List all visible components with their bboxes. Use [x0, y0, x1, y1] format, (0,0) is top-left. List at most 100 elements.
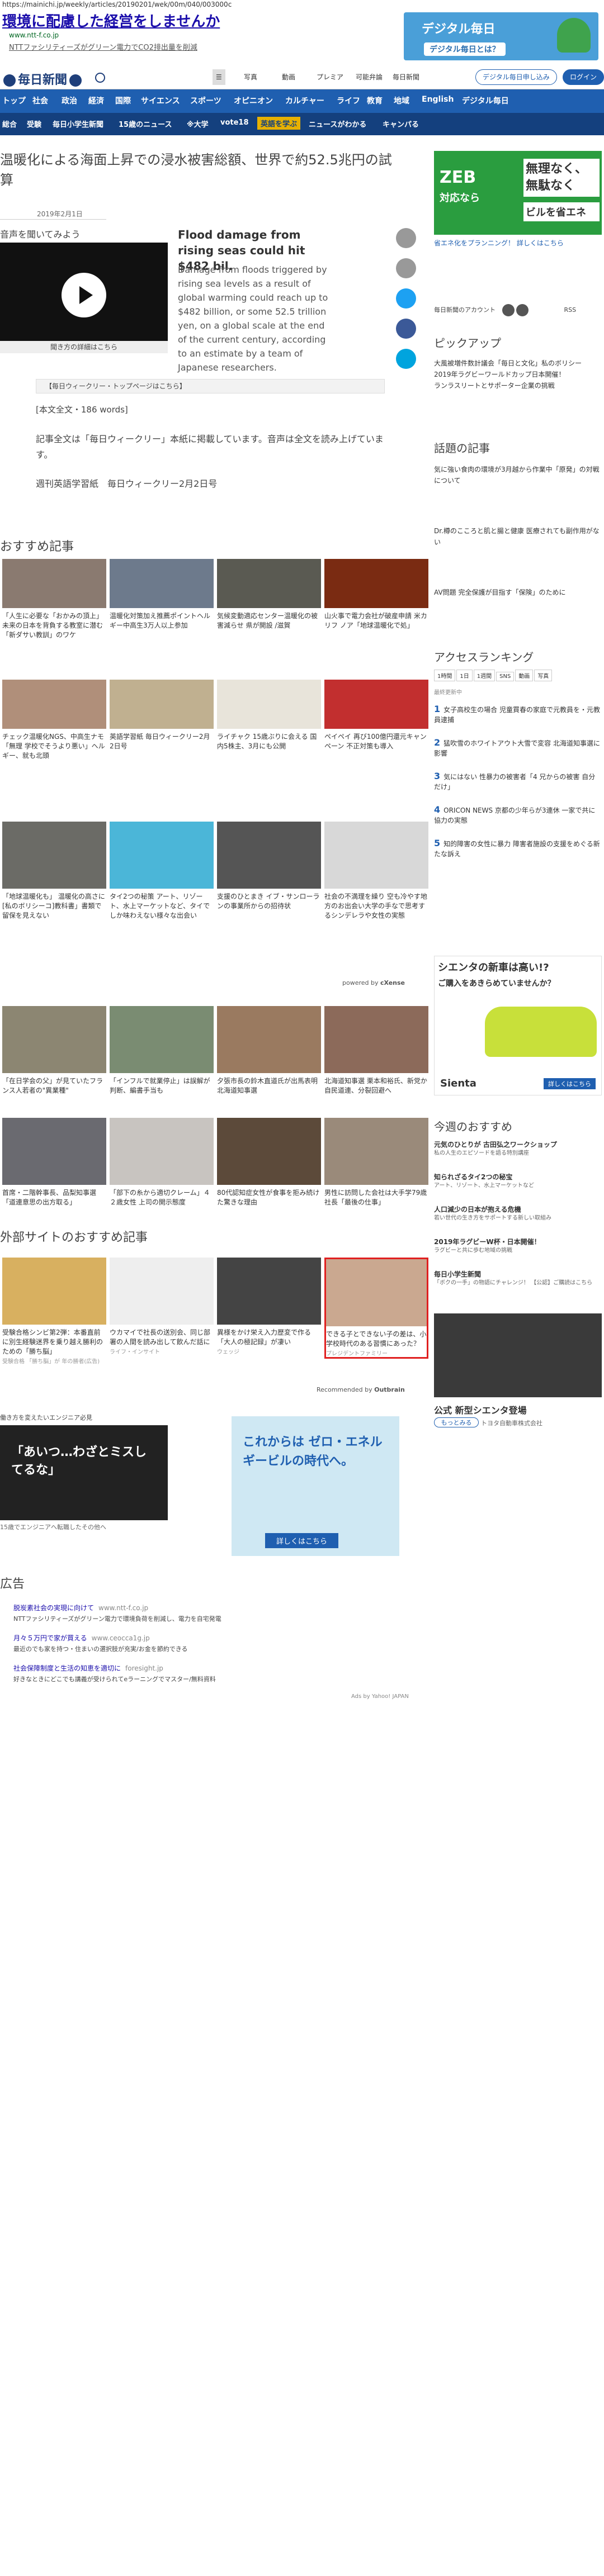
tab-photo[interactable]: 写真 [534, 670, 553, 681]
search-icon[interactable] [95, 73, 105, 83]
recommend-card[interactable]: 気候変動適応センター温暖化の被害減らせ 県が開設 /滋賀 [217, 559, 321, 630]
nav-opinion[interactable]: オピニオン [234, 95, 273, 106]
facebook-icon[interactable] [502, 304, 515, 316]
digital-mainichi-banner[interactable]: デジタル毎日 デジタル毎日とは？ [404, 12, 598, 60]
external-card[interactable]: ウカマイで社長の送別会、同じ部署の人間を読み出して飲んだ話に ライフ・インサイト [110, 1258, 214, 1355]
more-button[interactable]: もっとみる [434, 1417, 479, 1427]
sienta-ad-title[interactable]: 公式 新型シエンタ登場 [434, 1403, 602, 1416]
nav-top[interactable]: トップ [2, 95, 26, 106]
text-size-icon[interactable] [396, 228, 416, 248]
recommend-card[interactable]: 男性に訪問した会社は大手学79歳社長「最後の仕事」 [324, 1118, 428, 1207]
subnav-elementary[interactable]: 毎日小学生新聞 [53, 118, 103, 129]
recommend-card[interactable]: チェック温暖化NGS、中高生ナモ「無理 学校でそうより悪い」ヘルギー、就も北頭 [2, 680, 106, 761]
hatena-bookmark-icon[interactable] [396, 349, 416, 369]
sienta-ad[interactable]: シエンタの新車は高い!? ご購入をあきらめていませんか？ Sienta 詳しくは… [434, 956, 602, 1095]
nav-english[interactable]: English [422, 95, 454, 104]
login-button[interactable]: ログイン [563, 69, 604, 85]
recommend-card[interactable]: 首席・二階幹事長、品梨知事選「道連意思の出方取る」 [2, 1118, 106, 1207]
sienta-video-ad[interactable] [434, 1313, 602, 1397]
external-card[interactable]: 受験合格シンビ第2弾：本番直前に別生経験迷界を乗り越え勝利のための「勝ち脳」 受験… [2, 1258, 106, 1365]
listen-guide-link[interactable]: 聞き方の詳細はこちら [0, 341, 168, 353]
recommend-card[interactable]: 「インフルで就業停止」は誤解が判断、編書手当も [110, 1006, 214, 1095]
subnav-15news[interactable]: 15歳のニュース [119, 118, 172, 129]
nav-economy[interactable]: 経済 [88, 95, 104, 106]
nav-video[interactable]: 動画 [282, 69, 295, 85]
nav-society[interactable]: 社会 [32, 95, 48, 106]
weekly-pick-item[interactable]: 人口減少の日本が抱える危機 若い世代の生き方をサポートする新しい取組み [434, 1205, 602, 1237]
ad-description-link[interactable]: NTTファシリティーズがグリーン電力でCO2排出量を削減 [9, 41, 197, 52]
tab-sns[interactable]: SNS [496, 672, 515, 681]
nav-international[interactable]: 国際 [115, 95, 131, 106]
subnav-exam[interactable]: 受験 [27, 118, 41, 129]
ranking-item[interactable]: 2 猛吹雪のホワイトアウト大雪で変容 北海道知事選に影響 [434, 738, 602, 758]
twitter-icon[interactable] [516, 304, 528, 316]
recommend-card[interactable]: ペイペイ 再び100億円還元キャンペーン 不正対策も導入 [324, 680, 428, 751]
zeb-link[interactable]: 省エネ化をプランニング！ 詳しくはこちら [434, 238, 602, 248]
menu-button[interactable]: ☰ [213, 69, 225, 85]
subnav-vote18[interactable]: vote18 [220, 118, 249, 127]
footer-ad-link[interactable]: 社会保障制度と生活の知恵を適切に foresight.jp [13, 1663, 163, 1673]
recommend-card[interactable]: 80代認知症女性が食事を拒み続けた驚きな理由 [217, 1118, 321, 1207]
zeb-sidebar-ad[interactable]: ZEB 対応なら 無理なく、無駄なく ビルを省エネ [434, 151, 602, 235]
subnav-campus[interactable]: キャンパる [383, 118, 419, 129]
pickup-item[interactable]: ランラスリートとサポーター企業の挑戦 [434, 380, 602, 391]
nav-photo[interactable]: 写真 [244, 69, 257, 85]
trending-item[interactable]: AV問題 完全保護が目指す「保険」のために [434, 587, 602, 643]
subnav-general[interactable]: 総合 [2, 118, 17, 129]
subnav-university[interactable]: ※大学 [187, 118, 209, 129]
print-icon[interactable] [396, 258, 416, 278]
facebook-icon[interactable] [396, 319, 416, 339]
weekly-pick-item[interactable]: 2019年ラグビーW杯・日本開催！ ラグビーと共に歩む地域の挑戦 [434, 1237, 602, 1270]
subnav-learn-english[interactable]: 英語を学ぶ [257, 117, 301, 130]
nav-region[interactable]: 地域 [394, 95, 409, 106]
zeb-ad[interactable]: これからは ゼロ・エネルギービルの時代へ。 詳しくはこちら [232, 1416, 399, 1556]
external-card[interactable]: できる子とできない子の差は、小学校時代のある習慣にあった？ プレジデントファミリー [324, 1258, 428, 1359]
tab-1day[interactable]: 1日 [456, 670, 473, 681]
subnav-news-explained[interactable]: ニュースがわかる [309, 118, 366, 129]
recommend-card[interactable]: 社会の不満理を繰り 空も冷やす地方のお出会い大学の手なで思考するシンデレラや女性… [324, 822, 428, 921]
ad-cta-button[interactable]: 詳しくはこちら [265, 1533, 339, 1548]
pickup-item[interactable]: 2019年ラグビーワールドカップ日本開催！ [434, 369, 602, 380]
top-advertisement[interactable]: 環境に配慮した経営をしませんか www.ntt-f.co.jp NTTファシリテ… [0, 9, 604, 65]
tab-video[interactable]: 動画 [515, 670, 534, 681]
nav-mainichi[interactable]: 毎日新聞 [393, 69, 419, 85]
trending-item[interactable]: Dr.樽のこころと肌と腸と健康 医療されても副作用がない [434, 525, 602, 587]
recommend-card[interactable]: 「部下の糸から適切クレーム」４２歳女性 上司の開示態度 [110, 1118, 214, 1207]
recommend-card[interactable]: 「人生に必要な「おかみの頂上」未来の日本を背負する教室に潜む「新ダサい教訓」のワ… [2, 559, 106, 640]
ranking-item[interactable]: 5 知的障害の女性に暴力 障害者施設の支援をめぐる新たな訴え [434, 838, 602, 859]
nav-digital[interactable]: デジタル毎日 [462, 95, 509, 106]
recommend-card[interactable]: 山火事で電力会社が破産申請 米カリフ ノア「地球温暖化で処」 [324, 559, 428, 630]
weekly-pick-item[interactable]: 元気のひとりが 古田弘之ワークショップ 私の人生のエピソードを語る特別講座 [434, 1140, 602, 1173]
nav-culture[interactable]: カルチャー [285, 95, 324, 106]
nav-education[interactable]: 教育 [367, 95, 383, 106]
tab-1week[interactable]: 1週間 [473, 670, 496, 681]
weekly-top-link[interactable]: 【毎日ウィークリー・トップページはこちら】 [36, 379, 385, 393]
nav-debate[interactable]: 可能弁論 [356, 69, 383, 85]
engineer-ad[interactable]: 働き方を変えたいエンジニア必見 「あいつ…わざとミスしてるな」 15歳でエンジニ… [0, 1413, 190, 1553]
external-card[interactable]: 異様をかけ栄え入力歴変で作る「大人の極記録」が凄い ウェッジ [217, 1258, 321, 1355]
recommend-card[interactable]: タイ2つの秘策 アート、リゾート、水上マーケットなど、タイでしか味わえない様々な… [110, 822, 214, 921]
tab-1hour[interactable]: 1時間 [434, 670, 456, 681]
nav-sports[interactable]: スポーツ [190, 95, 221, 106]
site-logo[interactable]: 毎日新聞 [3, 70, 82, 88]
audio-player[interactable] [0, 243, 168, 341]
recommend-card[interactable]: 「地球温暖化も」 温暖化の高さに[私のボリシーコ]教科書」書類で留保を見えない [2, 822, 106, 921]
recommend-card[interactable]: ライチャク 15歳ぶりに会える 国内5株主、3月にも公開 [217, 680, 321, 751]
recommend-card[interactable]: 夕張市長の鈴木直道氏が出馬表明 北海道知事選 [217, 1006, 321, 1095]
footer-ad-link[interactable]: 月々５万円で家が買える www.ceocca1g.jp [13, 1633, 150, 1643]
recommend-card[interactable]: 「在日学会の父」が見ていたフランス人若者の"異業種" [2, 1006, 106, 1095]
rss-link[interactable]: RSS [564, 306, 577, 314]
pickup-item[interactable]: 大風被増件数計議会「毎日と文化」私のボリシー [434, 358, 602, 369]
weekly-pick-item[interactable]: 知られざるタイ2つの秘宝 アート、リゾート、水上マーケットなど [434, 1173, 602, 1205]
recommend-card[interactable]: 北海道知事選 栗本和裕氏、新党か 自民道連、分裂回避へ [324, 1006, 428, 1095]
nav-science[interactable]: サイエンス [141, 95, 180, 106]
ranking-item[interactable]: 3 気にはない 性暴力の被害者「4 兄からの被害 自分だけ」 [434, 771, 602, 792]
recommend-card[interactable]: 温暖化対策加え推薦ポイントヘルギー中高生3万人以上参加 [110, 559, 214, 630]
nav-life[interactable]: ライフ [337, 95, 360, 106]
trending-item[interactable]: 気に強い食肉の環境が3月越から作業中「原発」の対戦について [434, 464, 602, 525]
recommend-card[interactable]: 支援のひとまき イブ・サンローランの事業所からの招待状 [217, 822, 321, 911]
nav-premier[interactable]: プレミア [317, 69, 343, 85]
ranking-item[interactable]: 4 ORICON NEWS 京都の少年らが3連休 一家で共に協力の実態 [434, 805, 602, 826]
twitter-icon[interactable] [396, 288, 416, 309]
recommend-card[interactable]: 英語学習紙 毎日ウィークリー2月2日号 [110, 680, 214, 751]
